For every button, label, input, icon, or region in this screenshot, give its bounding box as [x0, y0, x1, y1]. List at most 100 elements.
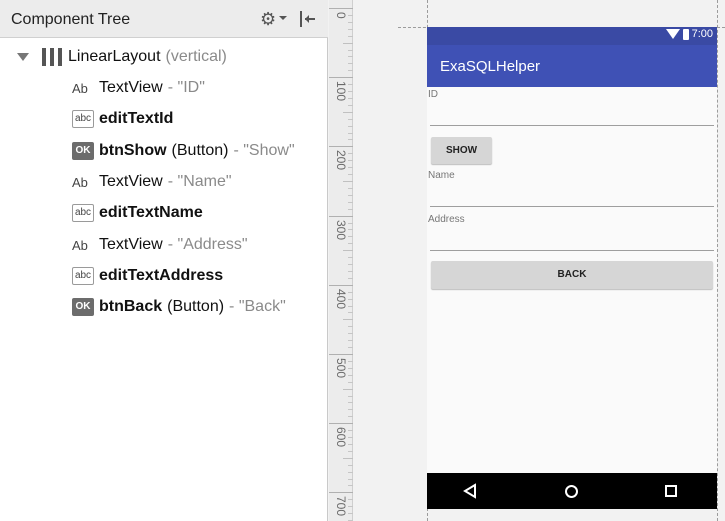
ruler-tick: [348, 29, 353, 30]
tree-item-type: (Button): [167, 298, 225, 315]
textview-icon: Ab: [72, 80, 88, 96]
ruler-tick: [343, 458, 353, 459]
ruler-label: 200: [334, 150, 348, 171]
ruler-tick: [348, 465, 353, 466]
ruler-tick-major: [329, 285, 353, 286]
tree-item-name: editTextName: [99, 204, 203, 221]
ruler-tick: [348, 396, 353, 397]
edit-text-id[interactable]: [430, 125, 714, 126]
edit-text-address[interactable]: [430, 250, 714, 251]
ruler-tick: [348, 340, 353, 341]
ruler-tick: [348, 347, 353, 348]
tree-item-text: - "ID": [167, 79, 205, 96]
tree-item-textview[interactable]: Ab TextView - "ID": [72, 74, 205, 102]
ruler-tick: [348, 479, 353, 480]
ruler-tick: [348, 153, 353, 154]
ruler-tick-major: [329, 423, 353, 424]
component-tree-title: Component Tree: [11, 11, 131, 28]
tree-item-textview[interactable]: Ab TextView - "Name": [72, 168, 232, 196]
button-icon: OK: [72, 142, 94, 160]
label-id[interactable]: ID: [428, 89, 438, 100]
label-address[interactable]: Address: [428, 214, 465, 225]
tree-item-text: - "Back": [229, 298, 286, 315]
textview-icon: Ab: [72, 237, 88, 253]
ruler-label: 400: [334, 289, 348, 310]
ruler-tick-major: [329, 8, 353, 9]
tree-item-edittextid[interactable]: abc editTextId: [72, 105, 173, 133]
edit-text-name[interactable]: [430, 206, 714, 207]
tree-item-btnback[interactable]: OK btnBack (Button) - "Back": [72, 293, 286, 321]
ruler-tick-major: [329, 354, 353, 355]
back-button[interactable]: BACK: [431, 261, 713, 289]
ruler-tick: [348, 416, 353, 417]
ruler-tick: [348, 409, 353, 410]
ruler-tick: [348, 292, 353, 293]
ruler-tick: [348, 444, 353, 445]
tree-item-name: TextView: [99, 236, 163, 253]
tree-item-linearlayout[interactable]: LinearLayout (vertical): [17, 43, 227, 71]
ruler-tick: [348, 209, 353, 210]
ruler-tick: [348, 91, 353, 92]
ruler-tick: [348, 167, 353, 168]
ruler-tick: [348, 160, 353, 161]
tree-item-edittextname[interactable]: abc editTextName: [72, 199, 203, 227]
nav-back-icon[interactable]: [463, 483, 477, 499]
tree-item-detail: (vertical): [165, 48, 227, 65]
nav-home-icon[interactable]: [565, 485, 578, 498]
ruler-tick: [348, 361, 353, 362]
tree-item-textview[interactable]: Ab TextView - "Address": [72, 231, 248, 259]
ruler-tick: [343, 43, 353, 44]
ruler-tick: [348, 499, 353, 500]
edittext-icon: abc: [72, 204, 94, 222]
ruler-tick: [348, 382, 353, 383]
ruler-tick: [343, 181, 353, 182]
expand-arrow-icon[interactable]: [17, 53, 29, 61]
ruler-tick: [348, 278, 353, 279]
ruler-tick: [348, 139, 353, 140]
linear-layout-icon: [42, 48, 62, 66]
ruler-tick: [348, 506, 353, 507]
ruler-tick: [348, 326, 353, 327]
tree-item-btnshow[interactable]: OK btnShow (Button) - "Show": [72, 137, 295, 165]
navigation-bar: [427, 473, 717, 509]
ruler-tick: [343, 112, 353, 113]
button-icon: OK: [72, 298, 94, 316]
gear-icon: ⚙: [260, 9, 277, 29]
ruler-tick: [348, 126, 353, 127]
tree-item-text: - "Address": [167, 236, 248, 253]
settings-dropdown-button[interactable]: ⚙: [258, 8, 288, 30]
tree-item-text: - "Show": [233, 142, 295, 159]
label-name[interactable]: Name: [428, 170, 455, 181]
component-tree-header: Component Tree ⚙: [0, 0, 328, 38]
tree-item-name: TextView: [99, 79, 163, 96]
ruler-label: 600: [334, 427, 348, 448]
ruler-tick: [348, 84, 353, 85]
hide-panel-button[interactable]: [296, 8, 318, 30]
ruler-tick: [348, 312, 353, 313]
ruler-label: 0: [334, 12, 348, 19]
ruler-tick: [348, 119, 353, 120]
ruler-tick: [348, 368, 353, 369]
ruler-tick: [348, 133, 353, 134]
ruler-tick: [348, 50, 353, 51]
tree-item-name: TextView: [99, 173, 163, 190]
ruler-tick: [348, 437, 353, 438]
edittext-icon: abc: [72, 267, 94, 285]
show-button[interactable]: SHOW: [431, 137, 492, 164]
ruler-tick-major: [329, 216, 353, 217]
ruler-tick: [348, 70, 353, 71]
ruler-tick: [348, 98, 353, 99]
vertical-ruler: 0 100 200 300 400 500 600 700: [329, 0, 353, 521]
ruler-label: 300: [334, 220, 348, 241]
phone-preview[interactable]: 7:00 ExaSQLHelper ID SHOW Name Address B…: [427, 27, 717, 509]
ruler-tick: [348, 451, 353, 452]
ruler-tick: [348, 195, 353, 196]
wifi-icon: [665, 29, 680, 39]
ruler-tick: [348, 513, 353, 514]
tree-item-name: editTextAddress: [99, 267, 224, 284]
ruler-label: 700: [334, 496, 348, 517]
nav-recents-icon[interactable]: [665, 485, 677, 497]
battery-icon: [682, 28, 689, 40]
tree-item-edittextaddress[interactable]: abc editTextAddress: [72, 262, 223, 290]
ruler-tick: [343, 250, 353, 251]
